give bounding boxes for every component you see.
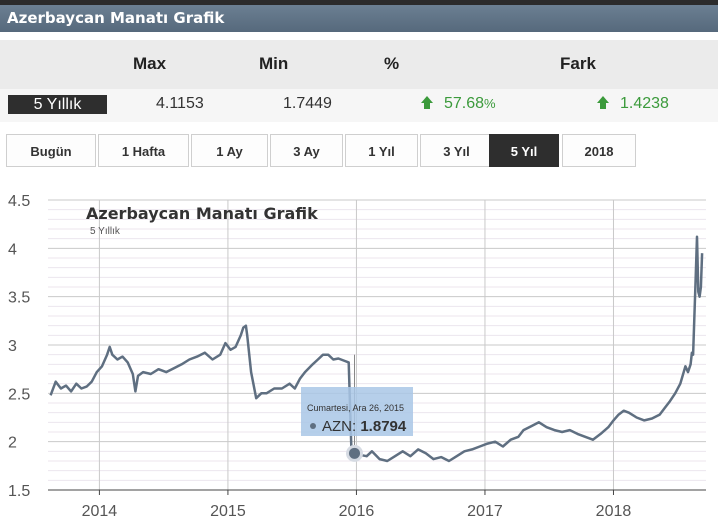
x-tick-label: 2017	[467, 503, 503, 520]
y-tick-label: 4	[8, 241, 17, 258]
x-tick-label: 2015	[210, 503, 246, 520]
hover-point	[346, 444, 364, 462]
chart-grid	[48, 199, 706, 495]
y-tick-label: 2.5	[8, 386, 30, 403]
tooltip: Cumartesi, Ara 26, 2015 AZN: 1.8794	[301, 387, 413, 436]
y-tick-label: 2	[8, 435, 17, 452]
tooltip-date: Cumartesi, Ara 26, 2015	[307, 403, 404, 413]
y-tick-label: 1.5	[8, 483, 30, 500]
x-axis-labels: 2014 2015 2016 2017 2018	[82, 503, 632, 520]
y-tick-label: 3	[8, 338, 17, 355]
chart-title: Azerbaycan Manatı Grafik	[86, 204, 318, 223]
tooltip-marker	[310, 423, 316, 429]
y-tick-label: 4.5	[8, 193, 30, 210]
line-chart: 2014 2015 2016 2017 2018 4.5 4 3.5 3 2.5 2 1.5 Aze…	[8, 193, 706, 520]
x-tick-label: 2018	[596, 503, 632, 520]
tooltip-series: AZN	[322, 418, 352, 435]
tooltip-value-line: AZN: 1.8794	[322, 418, 407, 435]
y-axis-labels: 4.5 4 3.5 3 2.5 2 1.5	[8, 193, 30, 500]
x-tick-label: 2016	[339, 503, 375, 520]
chart-subtitle: 5 Yıllık	[90, 226, 121, 237]
x-tick-label: 2014	[82, 503, 118, 520]
tooltip-value: 1.8794	[360, 418, 407, 435]
y-tick-label: 3.5	[8, 290, 30, 307]
